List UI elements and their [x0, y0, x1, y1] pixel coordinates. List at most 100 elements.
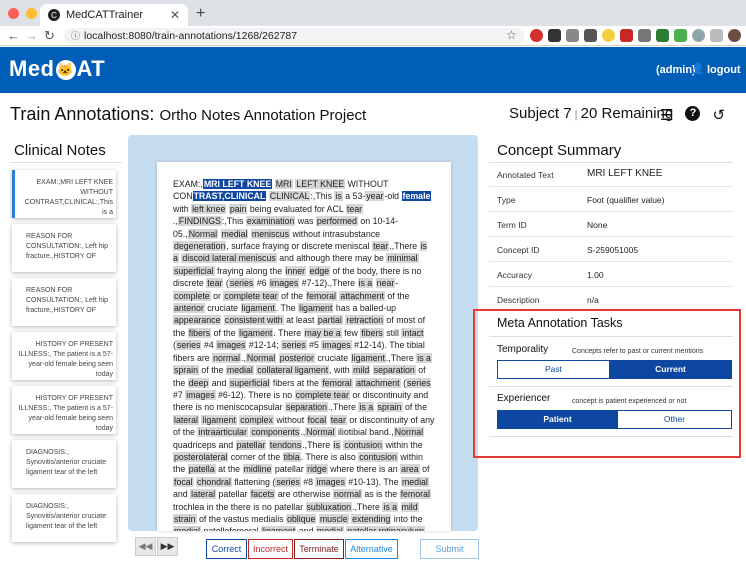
option-patient[interactable]: Patient: [497, 410, 618, 429]
url-text: localhost:8080/train-annotations/1268/26…: [84, 30, 298, 42]
summary-row-type: Type Foot (qualifier value): [489, 187, 733, 212]
correct-button[interactable]: Correct: [206, 539, 247, 559]
url-field[interactable]: ⓘ localhost:8080/train-annotations/1268/…: [64, 28, 524, 44]
extension-icon[interactable]: [710, 29, 723, 42]
document-text[interactable]: EXAM:,MRI LEFT KNEE MRI LEFT KNEE WITHOU…: [157, 162, 451, 531]
extension-icon[interactable]: [674, 29, 687, 42]
summary-key: Description: [497, 295, 540, 305]
clinical-document: EXAM:,MRI LEFT KNEE MRI LEFT KNEE WITHOU…: [157, 162, 451, 531]
list-item[interactable]: EXAM:,MRI LEFT KNEE WITHOUT CONTRAST,CLI…: [12, 170, 116, 218]
summary-value: n/a: [587, 295, 599, 305]
help-icon[interactable]: ?: [685, 106, 701, 121]
clinical-notes-heading: Clinical Notes: [14, 142, 106, 159]
divider: [489, 386, 733, 387]
concept-summary-heading: Concept Summary: [497, 142, 622, 159]
subject-number: Subject 7: [509, 105, 572, 122]
extension-icon[interactable]: [602, 29, 615, 42]
summary-value: 1.00: [587, 270, 604, 280]
minimize-window-button[interactable]: [26, 8, 37, 19]
previous-concept-button[interactable]: ◀◀: [135, 537, 156, 556]
current-user: (admin): [656, 64, 696, 76]
medcat-favicon-icon: C: [48, 9, 60, 21]
incorrect-button[interactable]: Incorrect: [248, 539, 293, 559]
title-toolbar: ☰ ? ↺: [660, 106, 725, 124]
extension-icon[interactable]: [638, 29, 651, 42]
alternative-button[interactable]: Alternative: [345, 539, 398, 559]
logo-text: AT: [76, 56, 106, 81]
summary-key: Annotated Text: [497, 170, 554, 180]
meta-annotation-heading: Meta Annotation Tasks: [497, 316, 623, 330]
list-item[interactable]: REASON FOR CONSULTATION:, Left hip fract…: [12, 278, 116, 326]
divider: [10, 162, 122, 163]
logo-text: Med: [9, 56, 55, 81]
note-preview: REASON FOR CONSULTATION:, Left hip fract…: [26, 287, 109, 314]
extension-icon[interactable]: [548, 29, 561, 42]
summary-row-accuracy: Accuracy 1.00: [489, 262, 733, 287]
divider: [489, 436, 733, 437]
note-preview: EXAM:,MRI LEFT KNEE WITHOUT CONTRAST,CLI…: [24, 179, 113, 216]
project-name: Ortho Notes Annotation Project: [159, 107, 367, 124]
list-item[interactable]: DIAGNOSIS:, Synovitis/anterior cruciate …: [12, 440, 116, 488]
note-preview: HISTORY OF PRESENT ILLNESS:, The patient…: [18, 395, 113, 432]
next-concept-button[interactable]: ▶▶: [157, 537, 178, 556]
note-preview: HISTORY OF PRESENT ILLNESS:, The patient…: [18, 341, 113, 378]
note-preview: DIAGNOSIS:, Synovitis/anterior cruciate …: [26, 503, 107, 530]
list-item[interactable]: REASON FOR CONSULTATION:, Left hip fract…: [12, 224, 116, 272]
back-icon[interactable]: ←: [7, 28, 20, 43]
summary-value: None: [587, 220, 608, 230]
logout-link[interactable]: logout: [707, 64, 741, 76]
undo-icon[interactable]: ↺: [712, 106, 725, 124]
extension-icon[interactable]: [584, 29, 597, 42]
clinical-notes-list: EXAM:,MRI LEFT KNEE WITHOUT CONTRAST,CLI…: [12, 170, 118, 548]
summary-key: Accuracy: [497, 270, 532, 280]
task-name-temporality: Temporality: [497, 344, 549, 355]
option-current[interactable]: Current: [609, 360, 732, 379]
summary-value: MRI LEFT KNEE: [587, 168, 663, 179]
extension-icon[interactable]: [530, 29, 543, 42]
reload-icon[interactable]: ↻: [44, 28, 55, 44]
tab-title: MedCATTrainer: [66, 9, 144, 21]
extension-icon[interactable]: [692, 29, 705, 42]
tab-close-icon[interactable]: ✕: [170, 8, 180, 22]
summary-value: Foot (qualifier value): [587, 195, 665, 205]
summary-row-concept-id: Concept ID S-259051005: [489, 237, 733, 262]
info-icon: ⓘ: [71, 31, 81, 41]
list-icon[interactable]: ☰: [660, 106, 673, 124]
summary-value: S-259051005: [587, 245, 639, 255]
task-name-experiencer: Experiencer: [497, 393, 551, 404]
summary-key: Concept ID: [497, 245, 540, 255]
summary-key: Term ID: [497, 220, 527, 230]
profile-avatar[interactable]: [728, 29, 741, 42]
close-window-button[interactable]: [8, 8, 19, 19]
list-item[interactable]: HISTORY OF PRESENT ILLNESS:, The patient…: [12, 332, 116, 380]
browser-extensions: ⋮: [530, 29, 746, 42]
divider: [489, 336, 733, 337]
option-past[interactable]: Past: [497, 360, 610, 379]
browser-tab[interactable]: C MedCATTrainer ✕: [40, 4, 188, 26]
forward-icon[interactable]: →: [25, 28, 38, 43]
note-preview: DIAGNOSIS:, Synovitis/anterior cruciate …: [26, 449, 107, 476]
page-title: Train Annotations: Ortho Notes Annotatio…: [10, 104, 366, 125]
summary-key: Type: [497, 195, 516, 205]
list-item[interactable]: DIAGNOSIS:, Synovitis/anterior cruciate …: [12, 494, 116, 542]
browser-tabbar: C MedCATTrainer ✕ +: [0, 0, 746, 26]
task-description: Concepts refer to past or current mentio…: [572, 348, 704, 355]
terminate-button[interactable]: Terminate: [294, 539, 344, 559]
extension-icon[interactable]: [620, 29, 633, 42]
bookmark-star-icon[interactable]: ☆: [506, 28, 517, 42]
list-item[interactable]: HISTORY OF PRESENT ILLNESS:, The patient…: [12, 386, 116, 434]
extension-icon[interactable]: [656, 29, 669, 42]
submit-button[interactable]: Submit: [420, 539, 479, 559]
cat-logo-icon: 🐱: [55, 60, 76, 80]
summary-row-term-id: Term ID None: [489, 212, 733, 237]
summary-row-annotated-text: Annotated Text MRI LEFT KNEE: [489, 162, 733, 187]
address-bar: ← → ↻ ⓘ localhost:8080/train-annotations…: [0, 26, 746, 46]
app-header: Med 🐱 AT (admin) 👤 logout: [0, 47, 746, 93]
subject-info: Subject 7 | 20 Remaining: [509, 105, 674, 122]
option-other[interactable]: Other: [617, 410, 732, 429]
task-description: concept is patient experienced or not: [572, 398, 687, 405]
app-logo[interactable]: Med 🐱 AT: [9, 56, 105, 82]
extension-icon[interactable]: [566, 29, 579, 42]
user-icon: 👤: [691, 63, 705, 75]
new-tab-icon[interactable]: +: [196, 5, 205, 23]
